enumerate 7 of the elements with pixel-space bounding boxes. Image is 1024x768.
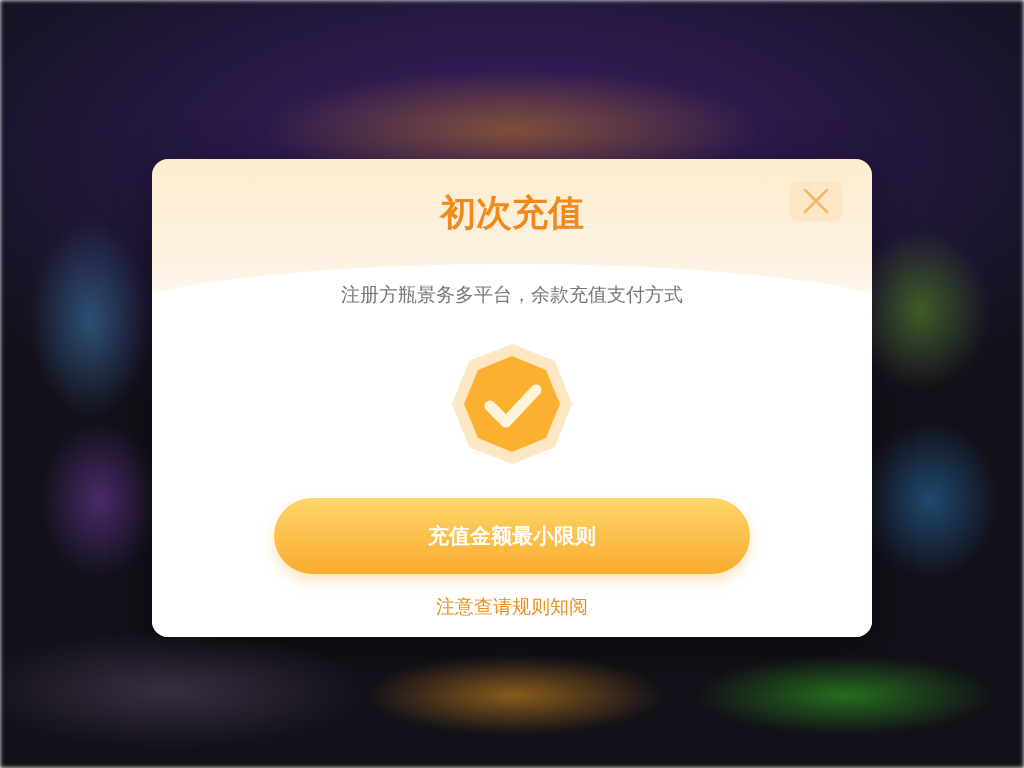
- close-icon: [803, 188, 829, 214]
- close-button[interactable]: [790, 181, 842, 221]
- checkmark-badge-icon: [450, 342, 574, 466]
- dialog-title: 初次充值: [440, 191, 584, 235]
- rules-link[interactable]: 注意查请规则知阅: [436, 594, 588, 620]
- dialog-message: 注册方瓶景务多平台，余款充值支付方式: [341, 282, 683, 307]
- recharge-button[interactable]: 充值金额最小限则: [274, 498, 750, 574]
